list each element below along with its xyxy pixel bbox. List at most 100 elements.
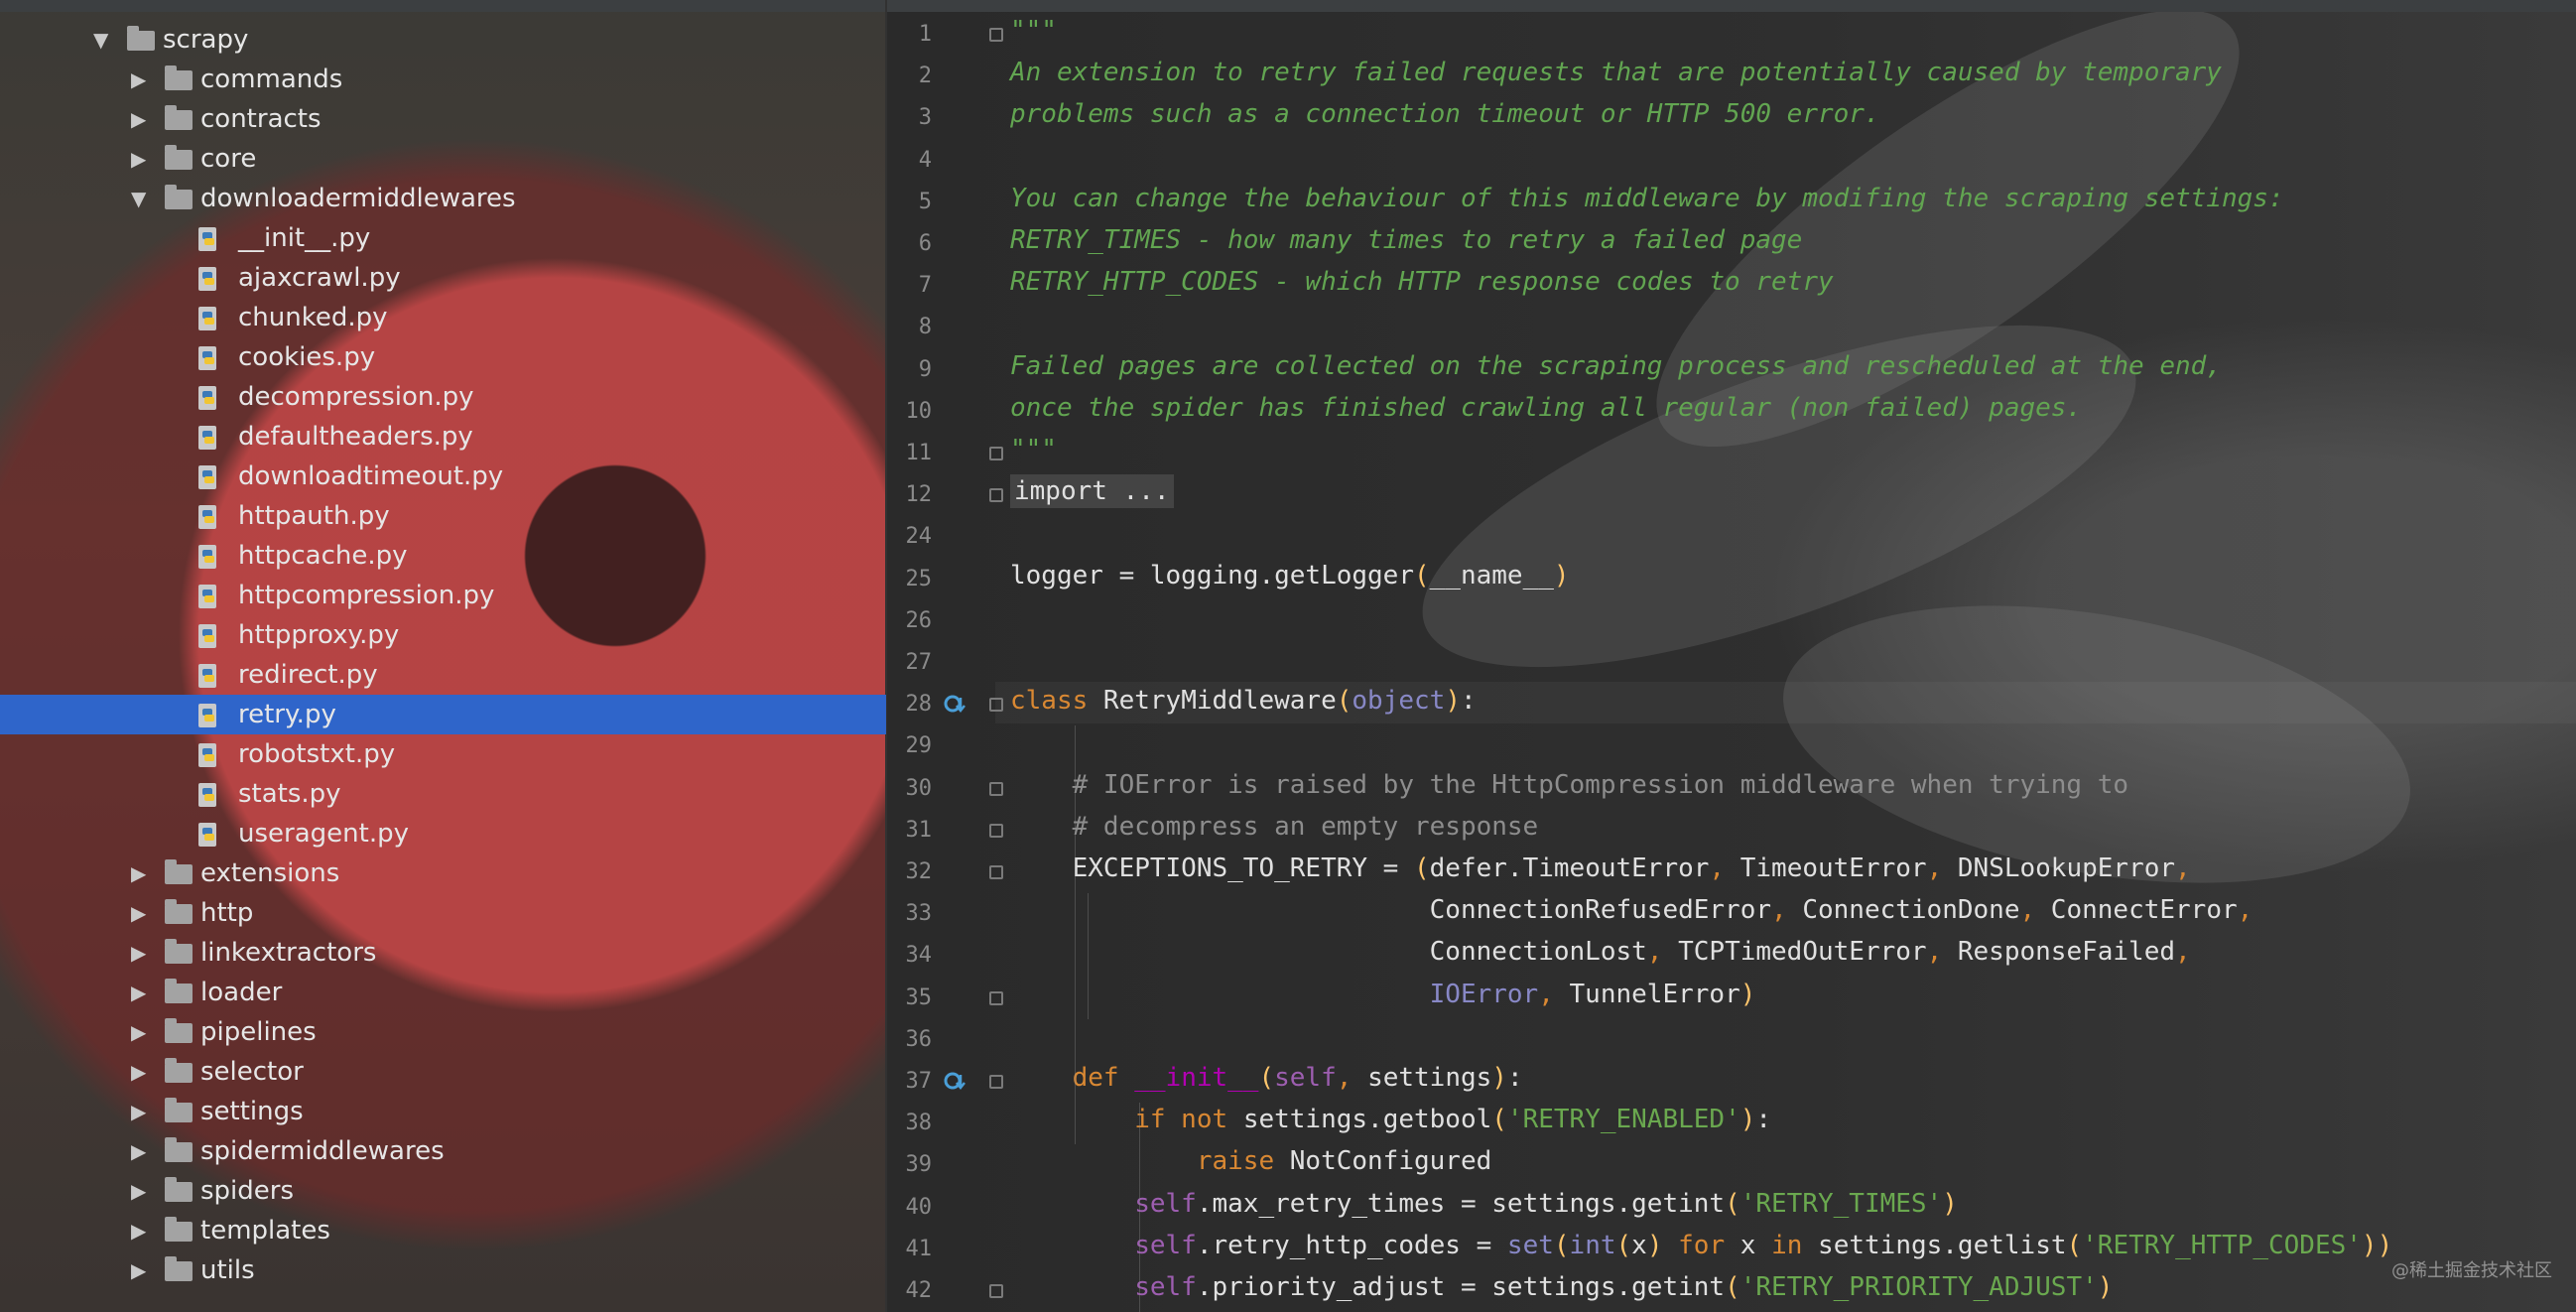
line-number[interactable]: 38	[886, 1111, 933, 1135]
fold-marker-icon[interactable]	[989, 698, 1003, 713]
expand-arrow-icon[interactable]: ▶	[131, 853, 153, 893]
line-number[interactable]: 34	[886, 943, 933, 968]
tree-folder-scrapy[interactable]: ▼ scrapy	[0, 20, 886, 60]
code-line[interactable]: def __init__(self, settings):	[1010, 1063, 1523, 1093]
tree-file[interactable]: httpauth.py	[0, 496, 886, 536]
tree-file[interactable]: decompression.py	[0, 377, 886, 417]
line-number[interactable]: 9	[886, 357, 932, 382]
code-line[interactable]: """	[1010, 16, 1057, 46]
tree-folder-loader[interactable]: ▶ loader	[0, 973, 886, 1012]
tree-folder-settings[interactable]: ▶ settings	[0, 1092, 886, 1131]
line-number[interactable]: 40	[886, 1195, 933, 1220]
tree-file[interactable]: downloadtimeout.py	[0, 457, 886, 496]
tree-folder-selector[interactable]: ▶ selector	[0, 1052, 886, 1092]
line-number[interactable]: 39	[886, 1152, 933, 1177]
expand-arrow-icon[interactable]: ▶	[131, 973, 153, 1012]
tree-folder-templates[interactable]: ▶ templates	[0, 1211, 886, 1250]
code-line[interactable]: """	[1010, 435, 1057, 464]
line-number[interactable]: 30	[886, 776, 933, 801]
code-line[interactable]: Failed pages are collected on the scrapi…	[1010, 351, 2222, 381]
code-line[interactable]: An extension to retry failed requests th…	[1010, 58, 2222, 87]
expand-arrow-icon[interactable]: ▶	[131, 1250, 153, 1290]
tree-file[interactable]: retry.py	[0, 695, 886, 734]
tree-folder-commands[interactable]: ▶ commands	[0, 60, 886, 99]
line-number[interactable]: 5	[886, 190, 932, 214]
code-line[interactable]: RETRY_HTTP_CODES - which HTTP response c…	[1010, 267, 1834, 297]
code-line[interactable]: EXCEPTIONS_TO_RETRY = (defer.TimeoutErro…	[1010, 853, 2191, 883]
expand-arrow-icon[interactable]: ▶	[131, 99, 153, 139]
expand-arrow-icon[interactable]: ▶	[131, 1171, 153, 1211]
tree-folder-utils[interactable]: ▶ utils	[0, 1250, 886, 1290]
expand-arrow-icon[interactable]: ▶	[131, 1012, 153, 1052]
tree-file[interactable]: ajaxcrawl.py	[0, 258, 886, 298]
line-number[interactable]: 26	[886, 608, 933, 633]
line-number[interactable]: 10	[886, 399, 933, 424]
code-line[interactable]: # IOError is raised by the HttpCompressi…	[1010, 770, 2128, 800]
fold-marker-icon[interactable]	[989, 823, 1003, 838]
collapse-arrow-icon[interactable]: ▼	[93, 20, 115, 60]
line-number[interactable]: 8	[886, 315, 932, 339]
expand-arrow-icon[interactable]: ▶	[131, 1211, 153, 1250]
fold-marker-icon[interactable]	[989, 1284, 1003, 1298]
line-number[interactable]: 41	[886, 1237, 933, 1261]
line-number[interactable]: 7	[886, 273, 932, 298]
line-number[interactable]: 25	[886, 567, 933, 591]
line-number[interactable]: 42	[886, 1278, 933, 1303]
fold-marker-icon[interactable]	[989, 488, 1003, 503]
code-line[interactable]: problems such as a connection timeout or…	[1010, 99, 1880, 129]
code-line[interactable]: self.retry_http_codes = set(int(x) for x…	[1010, 1231, 2392, 1260]
override-marker-icon[interactable]	[943, 1069, 968, 1095]
expand-arrow-icon[interactable]: ▶	[131, 933, 153, 973]
tree-folder-http[interactable]: ▶ http	[0, 893, 886, 933]
line-number[interactable]: 4	[886, 148, 932, 173]
expand-arrow-icon[interactable]: ▶	[131, 60, 153, 99]
tree-folder-extensions[interactable]: ▶ extensions	[0, 853, 886, 893]
tree-file[interactable]: cookies.py	[0, 337, 886, 377]
code-line[interactable]: if not settings.getbool('RETRY_ENABLED')…	[1010, 1105, 1771, 1134]
code-line[interactable]: logger = logging.getLogger(__name__)	[1010, 561, 1570, 590]
tree-file[interactable]: httpcompression.py	[0, 576, 886, 615]
fold-marker-icon[interactable]	[989, 1075, 1003, 1089]
expand-arrow-icon[interactable]: ▶	[131, 1131, 153, 1171]
line-number[interactable]: 29	[886, 733, 933, 758]
expand-arrow-icon[interactable]: ▶	[131, 893, 153, 933]
tree-folder-core[interactable]: ▶ core	[0, 139, 886, 179]
tree-folder-spiders[interactable]: ▶ spiders	[0, 1171, 886, 1211]
fold-marker-icon[interactable]	[989, 447, 1003, 460]
tree-file[interactable]: __init__.py	[0, 218, 886, 258]
tree-folder-contracts[interactable]: ▶ contracts	[0, 99, 886, 139]
code-line[interactable]: class RetryMiddleware(object):	[1010, 686, 1477, 716]
line-number[interactable]: 12	[886, 482, 933, 507]
fold-marker-icon[interactable]	[989, 865, 1003, 879]
fold-marker-icon[interactable]	[989, 990, 1003, 1005]
line-number[interactable]: 37	[886, 1069, 933, 1094]
line-number[interactable]: 32	[886, 859, 933, 884]
expand-arrow-icon[interactable]: ▶	[131, 1092, 153, 1131]
code-line[interactable]: self.priority_adjust = settings.getint('…	[1010, 1272, 2113, 1302]
line-number[interactable]: 2	[886, 64, 932, 88]
code-line[interactable]: raise NotConfigured	[1010, 1146, 1491, 1176]
collapse-arrow-icon[interactable]: ▼	[131, 179, 153, 218]
line-number[interactable]: 33	[886, 901, 933, 926]
code-line[interactable]: import ...	[1010, 474, 1174, 509]
tree-folder-linkextractors[interactable]: ▶ linkextractors	[0, 933, 886, 973]
fold-marker-icon[interactable]	[989, 781, 1003, 796]
line-number[interactable]: 11	[886, 441, 933, 465]
line-number[interactable]: 24	[886, 524, 933, 549]
code-line[interactable]: once the spider has finished crawling al…	[1010, 393, 2082, 423]
line-number[interactable]: 27	[886, 650, 933, 675]
line-number[interactable]: 3	[886, 105, 932, 130]
line-number[interactable]: 31	[886, 818, 933, 843]
code-line[interactable]: IOError, TunnelError)	[1010, 980, 1756, 1009]
line-number[interactable]: 36	[886, 1027, 933, 1052]
tree-file[interactable]: httpproxy.py	[0, 615, 886, 655]
tree-folder-spidermiddlewares[interactable]: ▶ spidermiddlewares	[0, 1131, 886, 1171]
tree-file[interactable]: redirect.py	[0, 655, 886, 695]
line-number[interactable]: 35	[886, 985, 933, 1010]
expand-arrow-icon[interactable]: ▶	[131, 1052, 153, 1092]
tree-folder-pipelines[interactable]: ▶ pipelines	[0, 1012, 886, 1052]
fold-marker-icon[interactable]	[989, 28, 1003, 42]
code-line[interactable]: # decompress an empty response	[1010, 812, 1539, 842]
code-line[interactable]: ConnectionLost, TCPTimedOutError, Respon…	[1010, 937, 2191, 967]
code-line[interactable]: RETRY_TIMES - how many times to retry a …	[1010, 225, 1802, 255]
